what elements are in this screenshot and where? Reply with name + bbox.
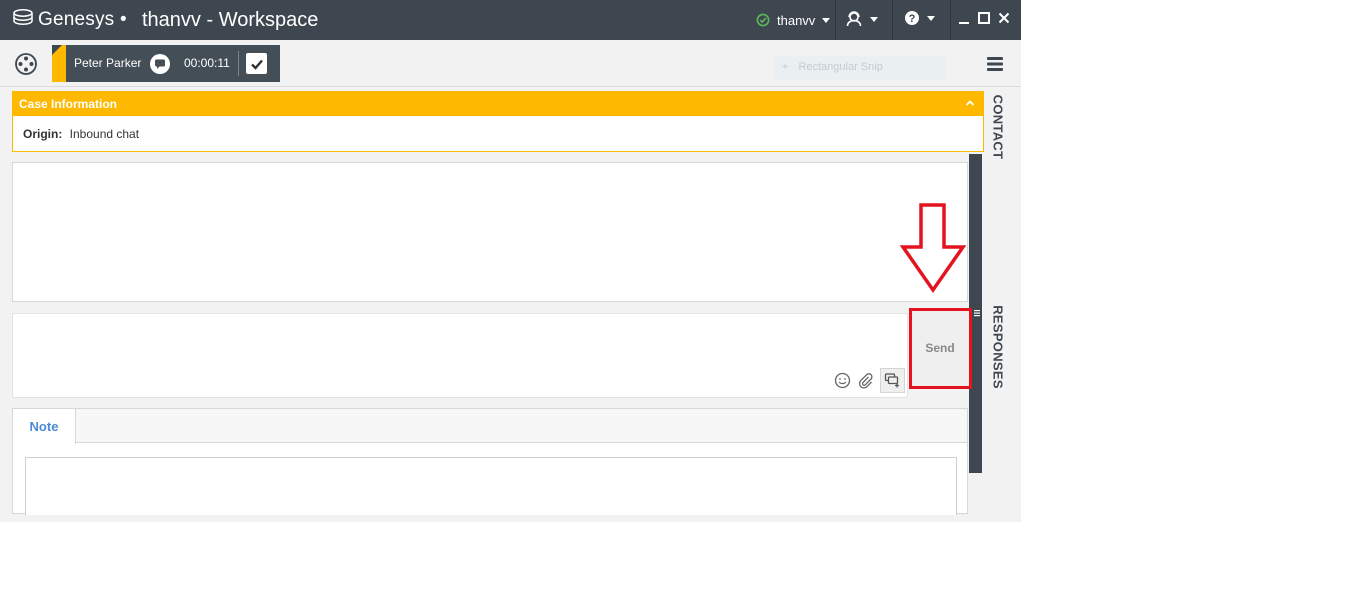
origin-value: Inbound chat xyxy=(69,127,140,141)
tab-contact[interactable]: CONTACT xyxy=(984,94,1012,160)
genesys-logo-icon xyxy=(13,9,33,25)
send-button[interactable]: Send xyxy=(911,310,969,386)
interactions-icon[interactable] xyxy=(14,52,38,76)
paperclip-icon[interactable] xyxy=(857,372,874,389)
username-label: thanvv xyxy=(777,12,816,28)
interaction-toolbar: Peter Parker 00:00:11 + Rectangular Snip xyxy=(0,40,1021,87)
responses-tab-label: RESPONSES xyxy=(990,305,1006,389)
case-information-title: Case Information xyxy=(19,97,118,111)
checkmark-icon xyxy=(250,59,263,70)
available-check-icon xyxy=(756,13,770,27)
hamburger-icon[interactable] xyxy=(986,55,1004,73)
case-information-body: Origin: Inbound chat xyxy=(13,116,983,152)
tab-divider xyxy=(238,51,239,76)
close-icon[interactable] xyxy=(998,12,1010,24)
chevron-up-icon[interactable] xyxy=(965,99,975,107)
ghost-label: Rectangular Snip xyxy=(798,61,883,73)
plus-icon: + xyxy=(782,61,789,73)
chevron-down-icon xyxy=(822,17,831,23)
note-tab-bar xyxy=(13,409,967,443)
interaction-timer: 00:00:11 xyxy=(184,56,230,70)
brand-name: Genesys xyxy=(38,9,115,30)
title-bar: Genesys • thanvv - Workspace thanvv ? xyxy=(0,0,1021,40)
note-panel: Note xyxy=(12,408,968,515)
case-information-header[interactable]: Case Information xyxy=(13,92,983,116)
tab-note[interactable]: Note xyxy=(13,409,76,444)
workspace-window: Genesys • thanvv - Workspace thanvv ? Pe… xyxy=(0,0,1021,522)
help-menu[interactable]: ? xyxy=(904,10,935,26)
help-icon: ? xyxy=(905,11,919,25)
window-title: thanvv - Workspace xyxy=(142,9,319,31)
titlebar-divider xyxy=(892,0,893,40)
snip-overlay-ghost: + Rectangular Snip xyxy=(774,56,945,80)
resize-grip-icon[interactable] xyxy=(974,309,980,317)
composer-toolbar xyxy=(834,368,905,393)
chat-message-input[interactable] xyxy=(12,313,908,398)
insert-response-button[interactable] xyxy=(880,368,905,393)
contact-name: Peter Parker xyxy=(74,56,142,70)
maximize-icon[interactable] xyxy=(978,12,990,24)
window-controls xyxy=(958,12,1010,24)
chevron-down-icon xyxy=(927,15,935,21)
svg-text:?: ? xyxy=(909,13,916,25)
standard-responses-icon xyxy=(884,373,899,388)
chat-interaction-tab[interactable]: Peter Parker 00:00:11 xyxy=(52,45,280,82)
titlebar-divider xyxy=(950,0,951,40)
title-separator: • xyxy=(120,9,127,30)
chat-transcript[interactable] xyxy=(12,162,968,302)
note-textarea[interactable] xyxy=(25,457,957,515)
user-status-menu[interactable]: thanvv xyxy=(756,11,831,29)
minimize-icon[interactable] xyxy=(958,12,970,24)
contact-tab-label: CONTACT xyxy=(990,94,1006,160)
titlebar-divider xyxy=(835,0,836,40)
tab-responses[interactable]: RESPONSES xyxy=(984,305,1012,389)
agent-icon xyxy=(846,11,862,27)
chevron-down-icon xyxy=(870,16,878,22)
agent-menu[interactable] xyxy=(845,10,878,28)
case-information-panel: Case Information Origin: Inbound chat xyxy=(12,91,984,152)
chat-bubble-icon xyxy=(150,54,170,74)
mark-done-button[interactable] xyxy=(246,53,267,74)
origin-label: Origin: xyxy=(23,127,63,141)
interaction-accent-notch xyxy=(52,45,62,55)
smiley-icon[interactable] xyxy=(834,372,851,389)
